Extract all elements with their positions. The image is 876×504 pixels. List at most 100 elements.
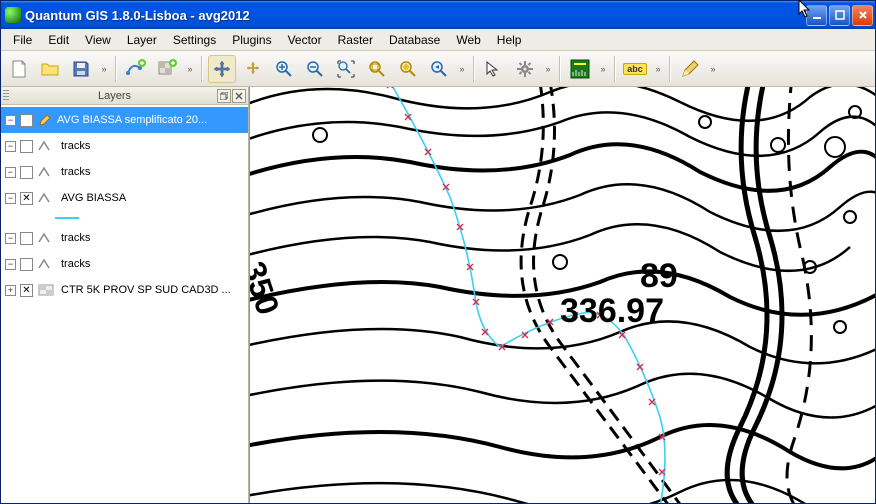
layer-symbol: [37, 257, 57, 271]
visibility-checkbox[interactable]: [20, 232, 33, 245]
zoom-layer-icon: [398, 59, 418, 79]
identify-icon: [484, 59, 504, 79]
menu-view[interactable]: View: [77, 31, 119, 49]
menu-settings[interactable]: Settings: [165, 31, 224, 49]
maximize-button[interactable]: [829, 5, 850, 26]
layer-edit-icon: [37, 112, 53, 128]
measure-button[interactable]: [566, 55, 594, 83]
layer-tree[interactable]: − ✕ AVG BIASSA semplificato 20... − trac…: [1, 105, 248, 503]
save-icon: [71, 59, 91, 79]
gear-icon: [515, 59, 535, 79]
layer-row-tracks-3[interactable]: − tracks: [1, 225, 248, 251]
layer-label: CTR 5K PROV SP SUD CAD3D ...: [61, 284, 231, 296]
layer-row-tracks-4[interactable]: − tracks: [1, 251, 248, 277]
pan-icon: [212, 59, 232, 79]
toolbar-overflow-6[interactable]: »: [652, 64, 664, 74]
options-button[interactable]: [511, 55, 539, 83]
toolbar-separator: [201, 56, 203, 82]
layer-row-tracks-2[interactable]: − tracks: [1, 159, 248, 185]
pan-button[interactable]: [208, 55, 236, 83]
expand-toggle[interactable]: −: [5, 115, 16, 126]
panel-handle[interactable]: [3, 90, 9, 102]
layers-panel-header: Layers: [1, 87, 248, 105]
layer-label: AVG BIASSA semplificato 20...: [57, 114, 207, 126]
abc-icon: abc: [623, 63, 647, 75]
layers-panel-title: Layers: [13, 90, 216, 102]
visibility-checkbox[interactable]: ✕: [20, 284, 33, 297]
layer-sub-symbol: [1, 211, 248, 225]
menu-edit[interactable]: Edit: [40, 31, 77, 49]
layer-symbol: [37, 165, 57, 179]
toolbar-overflow-5[interactable]: »: [597, 64, 609, 74]
visibility-checkbox[interactable]: [20, 258, 33, 271]
visibility-checkbox[interactable]: ✕: [20, 114, 33, 127]
zoom-to-selection-button[interactable]: [363, 55, 391, 83]
menu-help[interactable]: Help: [489, 31, 530, 49]
panel-close-button[interactable]: [232, 89, 246, 103]
layer-label: tracks: [61, 232, 90, 244]
visibility-checkbox[interactable]: [20, 140, 33, 153]
zoom-out-button[interactable]: [301, 55, 329, 83]
layer-row-avg-biassa[interactable]: − ✕ AVG BIASSA: [1, 185, 248, 211]
panel-undock-button[interactable]: [217, 89, 231, 103]
add-raster-icon: [156, 58, 178, 80]
line-symbol-cyan: [55, 217, 79, 219]
visibility-checkbox[interactable]: ✕: [20, 192, 33, 205]
open-project-button[interactable]: [36, 55, 64, 83]
toolbar-separator: [669, 56, 671, 82]
zoom-out-icon: [305, 59, 325, 79]
close-button[interactable]: [852, 5, 873, 26]
menu-database[interactable]: Database: [381, 31, 448, 49]
layer-row-ctr-5k[interactable]: + ✕ CTR 5K PROV SP SUD CAD3D ...: [1, 277, 248, 303]
toolbar-overflow-1[interactable]: »: [98, 64, 110, 74]
open-folder-icon: [40, 59, 60, 79]
new-file-icon: [9, 59, 29, 79]
pencil-icon: [680, 59, 700, 79]
zoom-full-icon: [336, 59, 356, 79]
point-label-89: 89: [640, 257, 678, 296]
expand-toggle[interactable]: −: [5, 193, 16, 204]
expand-toggle[interactable]: −: [5, 141, 16, 152]
expand-toggle[interactable]: −: [5, 259, 16, 270]
zoom-full-button[interactable]: [332, 55, 360, 83]
map-canvas[interactable]: 350 89 336.97: [249, 87, 875, 503]
toolbar-overflow-7[interactable]: »: [707, 64, 719, 74]
elevation-label-33697: 336.97: [560, 292, 664, 331]
pan-to-selection-button[interactable]: [239, 55, 267, 83]
add-raster-layer-button[interactable]: [153, 55, 181, 83]
menu-vector[interactable]: Vector: [280, 31, 330, 49]
toolbar-separator: [614, 56, 616, 82]
menu-plugins[interactable]: Plugins: [224, 31, 279, 49]
edit-button[interactable]: [676, 55, 704, 83]
layer-row-tracks-1[interactable]: − tracks: [1, 133, 248, 159]
zoom-in-button[interactable]: [270, 55, 298, 83]
layer-row-avg-biassa-semplificato[interactable]: − ✕ AVG BIASSA semplificato 20...: [1, 107, 248, 133]
measure-icon: [569, 58, 591, 80]
toolbar-overflow-2[interactable]: »: [184, 64, 196, 74]
add-vector-layer-button[interactable]: [122, 55, 150, 83]
menu-raster[interactable]: Raster: [330, 31, 381, 49]
zoom-last-icon: [429, 59, 449, 79]
pan-select-icon: [243, 59, 263, 79]
toolbar: » » » » » abc » »: [1, 51, 875, 87]
menu-file[interactable]: File: [5, 31, 40, 49]
zoom-last-button[interactable]: [425, 55, 453, 83]
menubar: File Edit View Layer Settings Plugins Ve…: [1, 29, 875, 51]
new-project-button[interactable]: [5, 55, 33, 83]
expand-toggle[interactable]: −: [5, 167, 16, 178]
toolbar-overflow-3[interactable]: »: [456, 64, 468, 74]
toolbar-overflow-4[interactable]: »: [542, 64, 554, 74]
expand-toggle[interactable]: +: [5, 285, 16, 296]
label-button[interactable]: abc: [621, 55, 649, 83]
expand-toggle[interactable]: −: [5, 233, 16, 244]
identify-button[interactable]: [480, 55, 508, 83]
app-icon: [5, 7, 21, 23]
save-project-button[interactable]: [67, 55, 95, 83]
zoom-to-layer-button[interactable]: [394, 55, 422, 83]
menu-web[interactable]: Web: [448, 31, 488, 49]
minimize-button[interactable]: [806, 5, 827, 26]
add-vector-icon: [125, 58, 147, 80]
visibility-checkbox[interactable]: [20, 166, 33, 179]
menu-layer[interactable]: Layer: [119, 31, 165, 49]
layer-symbol: [37, 231, 57, 245]
